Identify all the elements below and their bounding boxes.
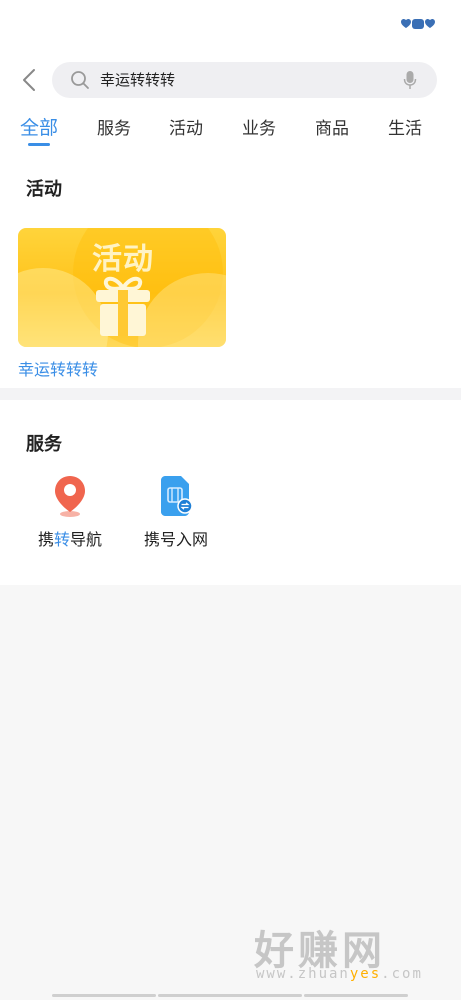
- tab-life[interactable]: 生活: [388, 116, 422, 142]
- search-icon: [71, 71, 89, 89]
- service-panel: 服务 携转导航 携号入网: [0, 400, 461, 585]
- nav-segment: [304, 994, 408, 997]
- tab-business[interactable]: 业务: [242, 116, 276, 142]
- back-arrow-icon[interactable]: [18, 66, 42, 94]
- status-bar: [0, 0, 461, 50]
- service-section-title: 服务: [26, 434, 62, 455]
- service-label-number-transfer: 携号入网: [143, 530, 208, 549]
- search-input[interactable]: 幸运转转转: [52, 62, 437, 98]
- nav-segment[interactable]: [158, 994, 302, 997]
- service-item-number-transfer[interactable]: 携号入网: [126, 474, 226, 550]
- activity-section-title: 活动: [26, 179, 62, 200]
- microphone-icon[interactable]: [403, 70, 417, 90]
- sim-card-transfer-icon: [161, 476, 193, 516]
- navigation-bar: [0, 994, 461, 998]
- watermark: 好赚网 www.zhuanyes.com: [254, 918, 444, 988]
- watermark-url: www.zhuanyes.com: [256, 966, 423, 982]
- tab-products[interactable]: 商品: [315, 116, 349, 142]
- location-pin-icon: [55, 476, 85, 517]
- category-tabs: 全部 服务 活动 业务 商品 生活: [0, 115, 461, 151]
- service-label-navigation: 携转导航: [37, 530, 103, 549]
- service-item-navigation[interactable]: 携转导航: [20, 474, 120, 550]
- tab-services[interactable]: 服务: [97, 116, 131, 142]
- activity-banner[interactable]: 活动: [18, 228, 226, 347]
- nav-segment: [52, 994, 156, 997]
- section-divider: [0, 388, 461, 400]
- active-tab-indicator: [28, 143, 50, 146]
- activity-item-label[interactable]: 幸运转转转: [18, 356, 98, 380]
- tab-activities[interactable]: 活动: [169, 116, 203, 142]
- gift-box-icon: [96, 276, 150, 336]
- search-query: 幸运转转转: [100, 71, 176, 89]
- tab-all[interactable]: 全部: [20, 115, 58, 141]
- battery-heart-icon: [401, 18, 435, 29]
